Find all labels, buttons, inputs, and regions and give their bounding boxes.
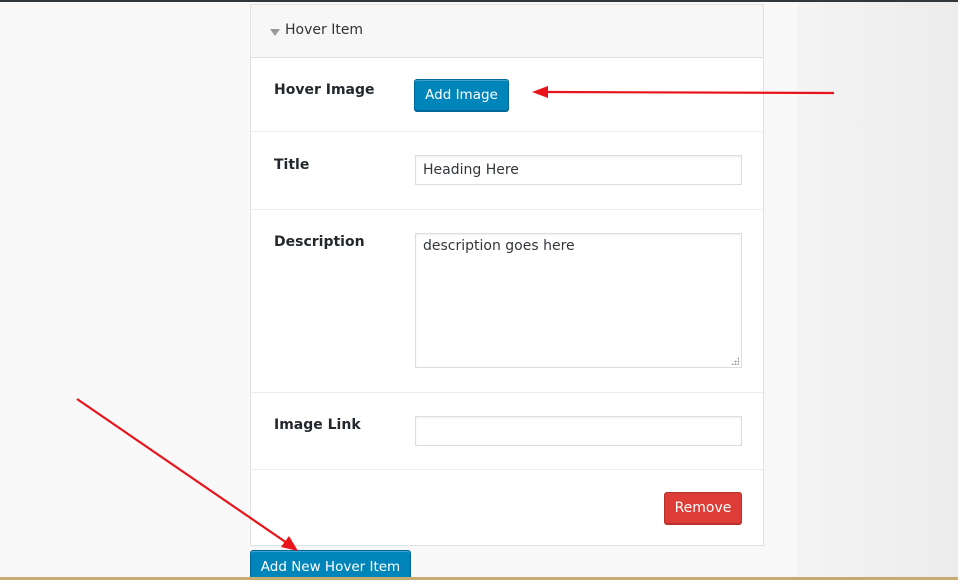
image-link-label: Image Link (274, 417, 361, 433)
panel-title: Hover Item (285, 22, 364, 38)
description-text: description goes here (423, 238, 575, 254)
row-divider (251, 392, 763, 393)
hover-item-panel: Hover Item Hover Image Add Image Title H… (250, 4, 764, 546)
row-divider (251, 131, 763, 132)
title-input[interactable]: Heading Here (415, 155, 742, 185)
row-divider (251, 209, 763, 210)
top-border (0, 0, 958, 2)
description-textarea[interactable]: description goes here (415, 233, 742, 368)
resize-grip-icon[interactable] (731, 357, 739, 365)
description-label: Description (274, 234, 365, 250)
panel-header[interactable]: Hover Item (251, 5, 763, 58)
remove-button[interactable]: Remove (664, 492, 742, 524)
add-image-button[interactable]: Add Image (414, 79, 509, 111)
add-new-hover-item-button[interactable]: Add New Hover Item (250, 550, 411, 580)
sidebar-background (797, 0, 958, 578)
image-link-input[interactable] (415, 416, 742, 446)
hover-image-label: Hover Image (274, 82, 375, 98)
page: Hover Item Hover Image Add Image Title H… (0, 0, 958, 580)
collapse-triangle-icon[interactable] (270, 29, 280, 36)
row-divider (251, 469, 763, 470)
title-label: Title (274, 157, 310, 173)
